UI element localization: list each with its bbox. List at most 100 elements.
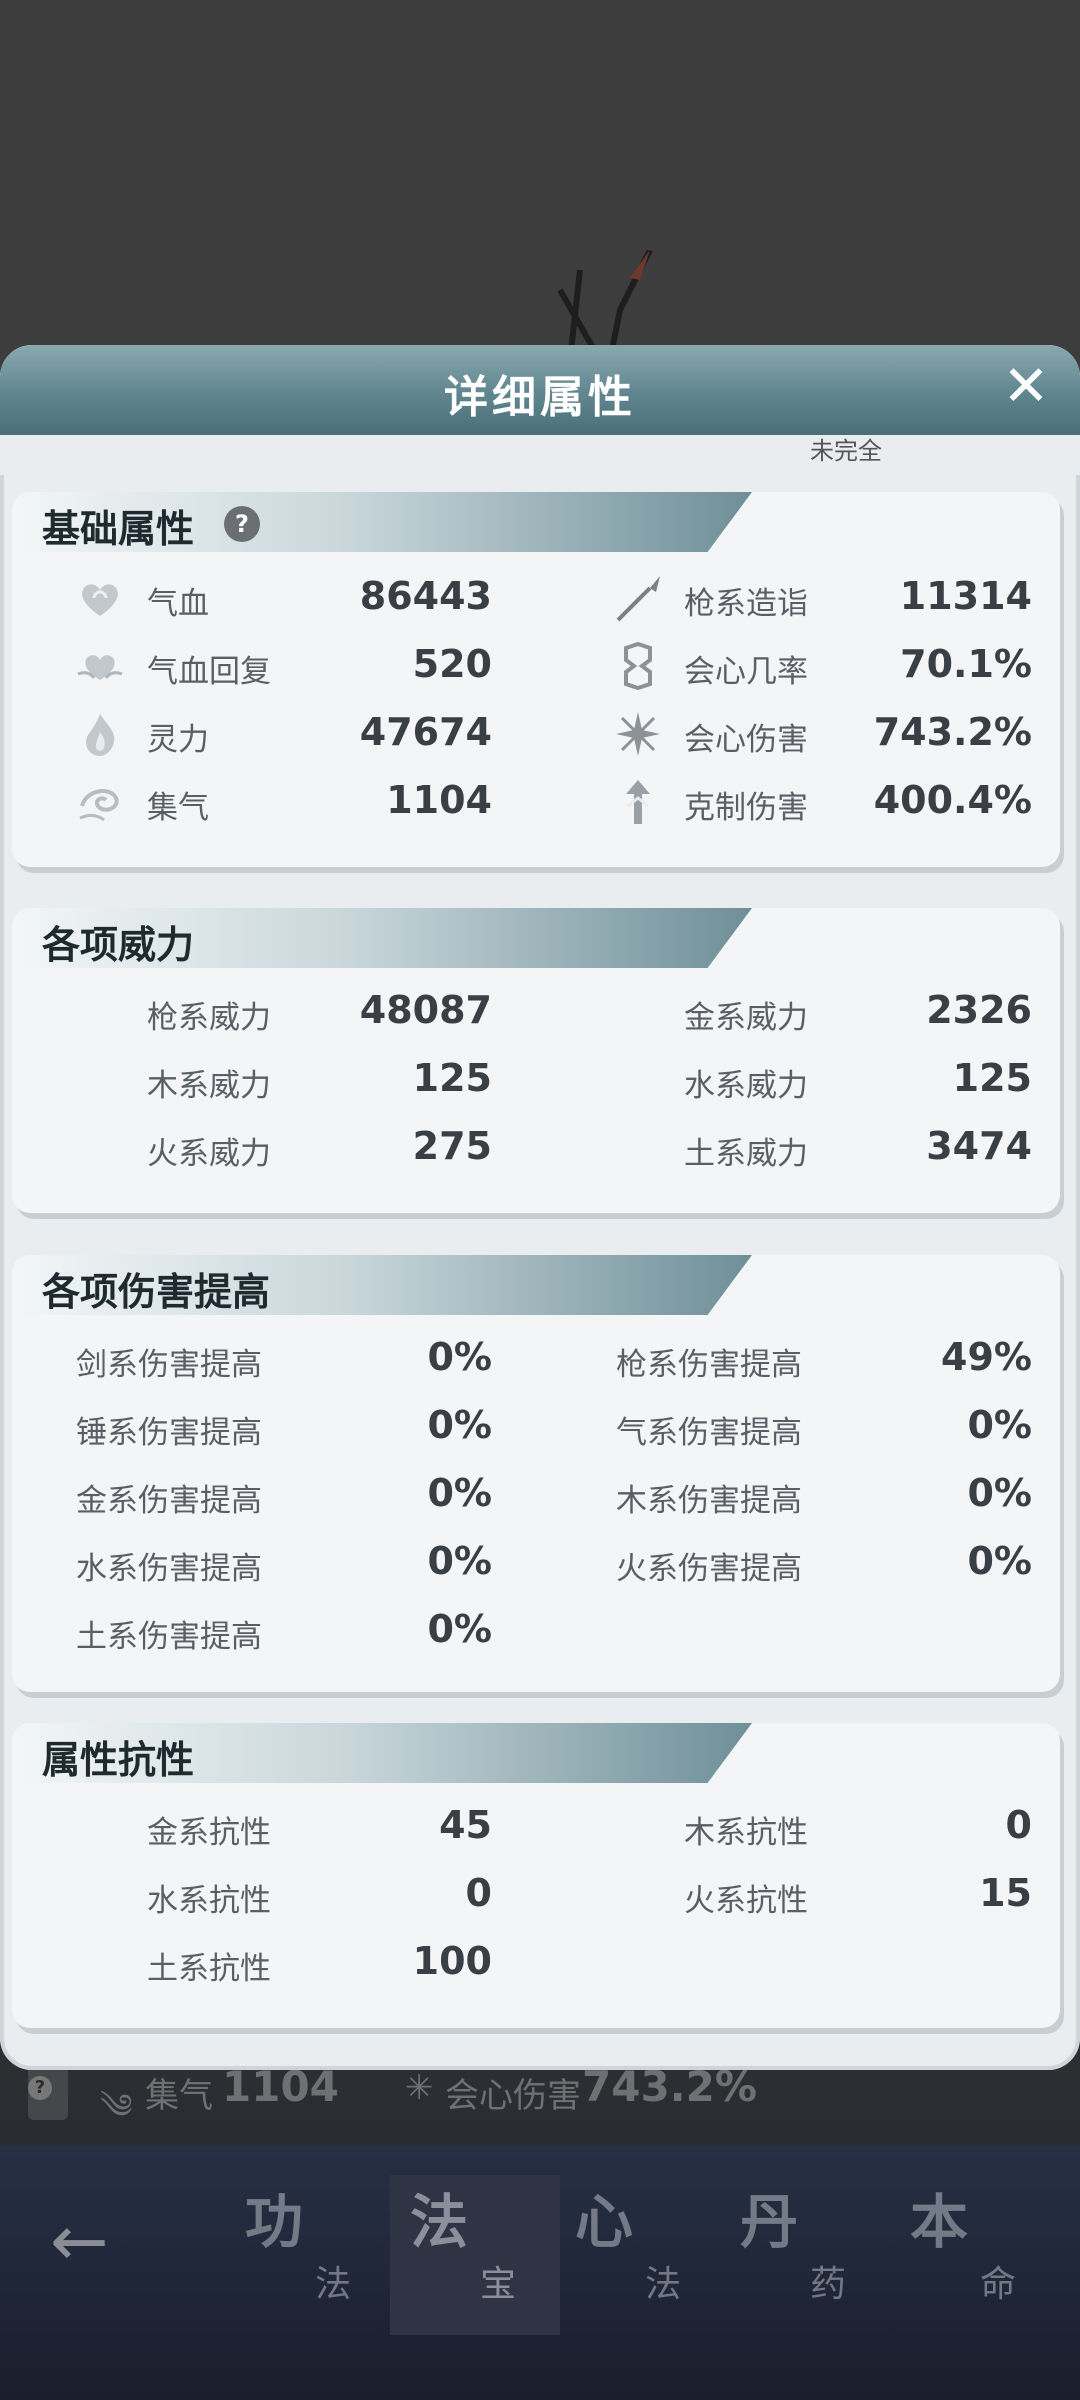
stat-label: 金系威力 bbox=[684, 1000, 808, 1036]
stat-label: 金系抗性 bbox=[147, 1815, 271, 1851]
tab-fabao[interactable]: 法 宝 bbox=[390, 2175, 560, 2335]
stat-label: 会心伤害 bbox=[684, 722, 808, 758]
stat-label: 会心几率 bbox=[684, 654, 808, 690]
flame-icon bbox=[86, 714, 115, 756]
section-power: 各项威力 枪系威力 48087 木系威力 125 火系威力 275 金系威力 2… bbox=[12, 908, 1060, 1213]
stat-value: 0% bbox=[427, 1471, 492, 1515]
stat-label: 火系伤害提高 bbox=[616, 1551, 802, 1587]
stat-value: 0 bbox=[465, 1871, 492, 1915]
section-header: 属性抗性 bbox=[12, 1723, 752, 1783]
stat-label: 枪系伤害提高 bbox=[616, 1347, 802, 1383]
tab-small-label: 命 bbox=[980, 2264, 1017, 2305]
stat-label: 土系威力 bbox=[684, 1136, 808, 1172]
section-base-attributes: 基础属性 ? 气血 86443 气血回复 520 灵力 47674 集气 110… bbox=[12, 492, 1060, 867]
tab-big-label: 丹 bbox=[740, 2188, 799, 2256]
section-resistances: 属性抗性 金系抗性 45 水系抗性 0 土系抗性 100 木系抗性 0 火系抗性… bbox=[12, 1723, 1060, 2028]
stat-value: 48087 bbox=[359, 988, 492, 1032]
stat-label: 集气 bbox=[147, 790, 209, 826]
stat-value: 0% bbox=[427, 1403, 492, 1447]
stat-value: 70.1% bbox=[900, 642, 1032, 686]
crit-damage-label: 会心伤害 bbox=[445, 2076, 581, 2116]
crit-damage-icon bbox=[616, 712, 660, 756]
stat-value: 400.4% bbox=[873, 778, 1032, 822]
section-title: 属性抗性 bbox=[42, 1738, 195, 1782]
tab-gongfa[interactable]: 功 法 bbox=[225, 2175, 395, 2335]
stat-label: 气血回复 bbox=[147, 654, 271, 690]
tab-big-label: 本 bbox=[910, 2188, 969, 2256]
stat-value: 86443 bbox=[359, 574, 492, 618]
section-damage-increase: 各项伤害提高 剑系伤害提高 0% 锤系伤害提高 0% 金系伤害提高 0% 水系伤… bbox=[12, 1255, 1060, 1692]
stat-value: 0% bbox=[967, 1471, 1032, 1515]
stat-value: 0% bbox=[427, 1335, 492, 1379]
dialog-title: 详细属性 bbox=[444, 372, 636, 423]
tab-small-label: 宝 bbox=[480, 2264, 517, 2305]
stat-value: 125 bbox=[952, 1056, 1032, 1100]
stat-value: 125 bbox=[412, 1056, 492, 1100]
detailed-attributes-dialog: 详细属性 ✕ 未完全 基础属性 ? 气血 86443 气血回复 520 灵力 4… bbox=[0, 345, 1080, 2070]
dialog-header: 详细属性 ✕ bbox=[0, 345, 1080, 435]
stat-value: 3474 bbox=[926, 1124, 1032, 1168]
heart-icon bbox=[82, 584, 118, 616]
crit-damage-icon: ✳ bbox=[405, 2068, 434, 2108]
stat-value: 0% bbox=[427, 1607, 492, 1651]
stat-value: 520 bbox=[412, 642, 492, 686]
stat-label: 枪系威力 bbox=[147, 1000, 271, 1036]
stat-value: 47674 bbox=[359, 710, 492, 754]
stat-value: 1104 bbox=[386, 778, 492, 822]
stat-label: 灵力 bbox=[147, 722, 209, 758]
swirl-icon bbox=[79, 789, 119, 822]
crit-rate-icon bbox=[624, 641, 652, 691]
stat-value: 49% bbox=[941, 1335, 1032, 1379]
stat-label: 水系伤害提高 bbox=[76, 1551, 262, 1587]
stat-label: 枪系造诣 bbox=[684, 586, 808, 622]
stat-label: 木系抗性 bbox=[684, 1815, 808, 1851]
close-button[interactable]: ✕ bbox=[996, 355, 1056, 419]
section-header: 各项伤害提高 bbox=[12, 1255, 752, 1315]
stat-value: 0% bbox=[427, 1539, 492, 1583]
tab-big-label: 心 bbox=[575, 2188, 634, 2256]
stat-value: 0 bbox=[1005, 1803, 1032, 1847]
section-title: 各项威力 bbox=[42, 923, 195, 967]
stat-label: 土系伤害提高 bbox=[76, 1619, 262, 1655]
stat-label: 剑系伤害提高 bbox=[76, 1347, 262, 1383]
tab-small-label: 法 bbox=[645, 2264, 682, 2305]
section-title: 各项伤害提高 bbox=[42, 1270, 271, 1314]
stat-value: 743.2% bbox=[873, 710, 1032, 754]
stat-label: 水系抗性 bbox=[147, 1883, 271, 1919]
back-arrow-icon[interactable]: ← bbox=[50, 2200, 109, 2282]
stat-value: 100 bbox=[412, 1939, 492, 1983]
stat-label: 气系伤害提高 bbox=[616, 1415, 802, 1451]
stat-value: 0% bbox=[967, 1403, 1032, 1447]
stat-label: 气血 bbox=[147, 586, 209, 622]
stat-label: 火系威力 bbox=[147, 1136, 271, 1172]
section-header: 基础属性 bbox=[12, 492, 752, 552]
counter-icon bbox=[626, 780, 650, 824]
stat-value: 2326 bbox=[926, 988, 1032, 1032]
section-title: 基础属性 bbox=[42, 507, 195, 551]
stat-label: 木系威力 bbox=[147, 1068, 271, 1104]
stat-label: 土系抗性 bbox=[147, 1951, 271, 1987]
tab-danyao[interactable]: 丹 药 bbox=[720, 2175, 890, 2335]
tab-benming[interactable]: 本 命 bbox=[890, 2175, 1060, 2335]
tab-big-label: 法 bbox=[410, 2188, 469, 2256]
stat-label: 木系伤害提高 bbox=[616, 1483, 802, 1519]
help-icon: ? bbox=[28, 2076, 52, 2100]
dialog-top-strip: 未完全 bbox=[0, 435, 1080, 475]
stat-value: 11314 bbox=[899, 574, 1032, 618]
stat-label: 水系威力 bbox=[684, 1068, 808, 1104]
section-header: 各项威力 bbox=[12, 908, 752, 968]
stat-label: 锤系伤害提高 bbox=[76, 1415, 262, 1451]
stat-value: 0% bbox=[967, 1539, 1032, 1583]
stat-label: 火系抗性 bbox=[684, 1883, 808, 1919]
stat-value: 15 bbox=[979, 1871, 1032, 1915]
tab-small-label: 法 bbox=[315, 2264, 352, 2305]
peek-text: 未完全 bbox=[810, 437, 882, 465]
help-icon[interactable]: ? bbox=[224, 506, 260, 542]
spear-icon bbox=[616, 576, 660, 622]
stat-value: 45 bbox=[439, 1803, 492, 1847]
tab-small-label: 药 bbox=[810, 2264, 847, 2305]
tab-big-label: 功 bbox=[245, 2188, 304, 2256]
stat-label: 金系伤害提高 bbox=[76, 1483, 262, 1519]
bottom-nav: ← 功 法 法 宝 心 法 丹 药 本 命 bbox=[0, 2145, 1080, 2400]
tab-xinfa[interactable]: 心 法 bbox=[555, 2175, 725, 2335]
